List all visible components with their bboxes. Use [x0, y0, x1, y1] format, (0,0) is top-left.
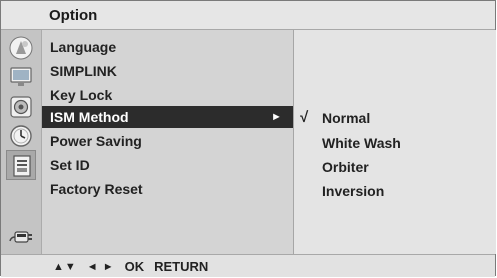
menu-item-key-lock[interactable]: Key Lock [42, 84, 293, 106]
submenu-option-orbiter[interactable]: Orbiter [322, 156, 369, 178]
return-hint-label: RETURN [154, 259, 209, 274]
ok-hint-label: OK [124, 259, 145, 274]
menu-item-label: Power Saving [50, 133, 142, 149]
menu-item-label: Language [50, 39, 117, 55]
submenu-option-normal[interactable]: √ Normal [294, 107, 496, 129]
title-bar: Option [1, 1, 495, 30]
option-icon[interactable] [6, 150, 36, 180]
submenu-arrow-icon: ► [271, 111, 282, 123]
menu-item-factory-reset[interactable]: Factory Reset [42, 178, 293, 200]
menu-item-label: Factory Reset [50, 181, 143, 197]
menu-item-label: Key Lock [50, 87, 113, 103]
clock-icon[interactable] [8, 123, 34, 149]
ism-method-submenu: √ Normal White Wash Orbiter Inversion [293, 30, 496, 254]
picture-icon[interactable] [8, 35, 34, 61]
navigation-hints: ▲▼ ◄ ► OK RETURN [53, 259, 208, 274]
menu-item-power-saving[interactable]: Power Saving [42, 130, 293, 152]
left-right-arrows-icon: ◄ ► [86, 260, 115, 273]
menu-item-label: SIMPLINK [50, 63, 117, 79]
option-menu-list: Language SIMPLINK Key Lock ISM Method ► … [42, 30, 293, 254]
up-down-arrows-icon: ▲▼ [53, 260, 77, 273]
check-mark-icon: √ [300, 109, 309, 126]
menu-item-ism-method[interactable]: ISM Method ► [42, 106, 293, 128]
osd-menu-window: Option Language SIMPLINK Key Lock ISM Me… [0, 0, 496, 277]
menu-item-simplink[interactable]: SIMPLINK [42, 60, 293, 82]
menu-item-label: ISM Method [50, 109, 129, 125]
submenu-option-label: White Wash [322, 135, 401, 151]
menu-item-language[interactable]: Language [42, 36, 293, 58]
submenu-option-white-wash[interactable]: White Wash [322, 132, 401, 154]
page-title: Option [49, 7, 98, 24]
screen-icon[interactable] [8, 64, 34, 90]
menu-item-label: Set ID [50, 157, 90, 173]
submenu-option-label: Orbiter [322, 159, 369, 175]
category-icon-column [1, 30, 42, 254]
submenu-option-label: Normal [322, 110, 371, 126]
submenu-option-label: Inversion [322, 183, 385, 199]
audio-icon[interactable] [8, 94, 34, 120]
input-icon[interactable] [8, 224, 34, 250]
navigation-hint-bar: ▲▼ ◄ ► OK RETURN [1, 254, 495, 277]
submenu-option-inversion[interactable]: Inversion [322, 180, 384, 202]
menu-item-set-id[interactable]: Set ID [42, 154, 293, 176]
